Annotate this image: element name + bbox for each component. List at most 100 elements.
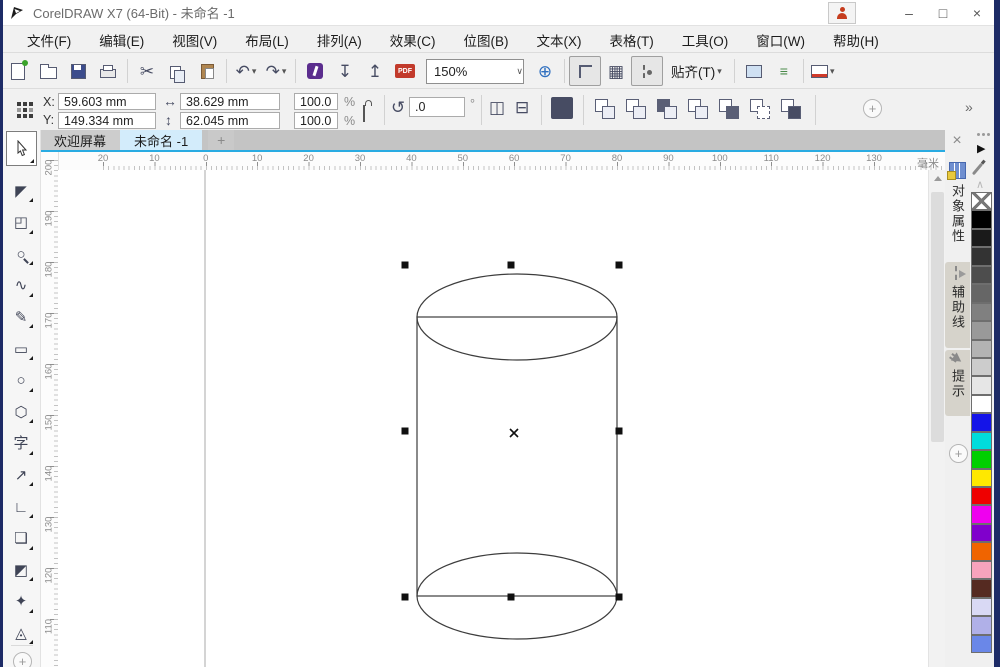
rectangle-tool[interactable]: ▭ [7, 336, 35, 362]
tab-untitled-1[interactable]: 未命名 -1 [120, 130, 203, 150]
color-eyedropper-tool[interactable]: ✦ [7, 589, 35, 615]
menu-item-7[interactable]: 位图(B) [450, 26, 523, 54]
cut-button[interactable]: ✂ [132, 57, 162, 85]
docker-tab-hints[interactable]: 提示 [945, 350, 970, 416]
open-button[interactable] [33, 57, 63, 85]
palette-scroll-up-icon[interactable]: ∧ [976, 178, 984, 191]
sign-in-button[interactable] [828, 1, 856, 24]
color-swatch-cyan[interactable] [971, 431, 992, 451]
selection-handle[interactable] [615, 427, 623, 435]
selection-handle[interactable] [401, 427, 409, 435]
undo-button[interactable]: ↶ ▾ [231, 57, 261, 85]
color-swatch-brown[interactable] [971, 579, 992, 598]
tab-welcome-screen[interactable]: 欢迎屏幕 [40, 130, 121, 150]
quick-customize-button[interactable]: + [863, 99, 882, 118]
object-x-input[interactable]: 59.603 mm [58, 93, 156, 110]
content-exchange-button[interactable] [300, 57, 330, 85]
mirror-horizontal-icon[interactable]: ◫ [489, 99, 505, 116]
color-swatch-black[interactable] [971, 210, 992, 229]
selection-handle[interactable] [507, 593, 515, 601]
docker-quick-customize-button[interactable]: + [949, 444, 968, 463]
zoom-tool[interactable]: ○ [7, 241, 35, 267]
publish-pdf-button[interactable]: PDF [390, 57, 420, 85]
print-button[interactable] [93, 57, 123, 85]
scroll-up-icon[interactable] [929, 170, 946, 186]
pick-tool[interactable] [6, 131, 37, 166]
color-swatch-yellow[interactable] [971, 468, 992, 487]
docker-close-icon[interactable]: × [948, 132, 966, 150]
back-minus-front-button[interactable] [748, 97, 772, 121]
color-swatch-60-black[interactable] [971, 284, 992, 303]
import-button[interactable]: ↧ [330, 57, 360, 85]
scrollbar-thumb[interactable] [931, 192, 944, 442]
lock-ratio-icon[interactable] [363, 105, 365, 122]
selection-handle[interactable] [401, 261, 409, 269]
cylinder-drawing[interactable] [58, 170, 928, 667]
color-swatch-blue[interactable] [971, 413, 992, 432]
copy-button[interactable] [162, 57, 192, 85]
palette-flyout-icon[interactable]: ▶ [977, 142, 985, 155]
weld-button[interactable] [593, 97, 617, 121]
drawing-canvas[interactable] [58, 170, 928, 667]
trim-button[interactable] [624, 97, 648, 121]
color-swatch-10-black[interactable] [971, 376, 992, 395]
object-width-input[interactable]: 38.629 mm [180, 93, 280, 110]
mirror-vertical-icon[interactable]: ⊟ [515, 99, 529, 116]
color-swatch-magenta[interactable] [971, 505, 992, 524]
menu-item-6[interactable]: 效果(C) [376, 26, 450, 54]
dimension-tool[interactable]: ↗ [7, 462, 35, 488]
save-button[interactable] [63, 57, 93, 85]
export-button[interactable]: ↥ [360, 57, 390, 85]
connector-tool[interactable]: ∟ [7, 494, 35, 520]
selection-handle[interactable] [615, 593, 623, 601]
text-tool[interactable]: 字 [7, 431, 35, 457]
vertical-ruler[interactable]: 200 190 180 170 160 150 140 130 120 110 [40, 152, 59, 667]
color-swatch-40-black[interactable] [971, 321, 992, 340]
color-swatch-20-black[interactable] [971, 357, 992, 377]
color-swatch-50-black[interactable] [971, 302, 992, 322]
color-swatch-80-black[interactable] [971, 247, 992, 266]
selection-handle[interactable] [401, 593, 409, 601]
create-boundary-button[interactable] [779, 97, 803, 121]
undo-dropdown[interactable]: ▾ [252, 66, 257, 77]
rotation-input[interactable]: .0 [409, 97, 465, 117]
color-swatch-red[interactable] [971, 487, 992, 506]
overflow-chevron-icon[interactable]: » [965, 99, 973, 115]
minimize-button[interactable]: – [892, 2, 926, 24]
smart-fill-tool[interactable]: ◬ [7, 620, 35, 646]
new-tab-button[interactable]: + [208, 130, 235, 150]
color-swatch-light-violet[interactable] [971, 616, 992, 635]
vertical-scrollbar[interactable] [928, 170, 946, 667]
menu-item-10[interactable]: 工具(O) [668, 26, 743, 54]
artistic-media-tool[interactable]: ✎ [7, 304, 35, 330]
color-swatch-cornflower-blue[interactable] [971, 634, 992, 653]
horizontal-ruler[interactable]: 毫米 20 10 0 10 20 30 40 50 60 70 80 90 100 110 120 130 [58, 152, 945, 171]
show-guidelines-button[interactable] [631, 56, 663, 86]
scale-y-input[interactable]: 100.0 [294, 112, 338, 129]
object-height-input[interactable]: 62.045 mm [180, 112, 280, 129]
color-swatch-70-black[interactable] [971, 265, 992, 285]
selection-handle[interactable] [507, 261, 515, 269]
redo-dropdown[interactable]: ▾ [282, 66, 287, 77]
toolbox-quick-customize-button[interactable]: + [13, 652, 32, 667]
scale-x-input[interactable]: 100.0 [294, 93, 338, 110]
show-grid-button[interactable]: ▦ [601, 57, 631, 85]
shape-tool[interactable]: ◤ [7, 178, 35, 204]
snap-to-menu[interactable]: 贴齐(T) ▾ [663, 61, 730, 81]
color-swatch-lavender[interactable] [971, 597, 992, 617]
show-rulers-button[interactable] [569, 56, 601, 86]
menu-item-9[interactable]: 表格(T) [596, 26, 668, 54]
color-swatch-white[interactable] [971, 394, 992, 414]
close-button[interactable]: × [960, 2, 994, 24]
menu-item-3[interactable]: 视图(V) [158, 26, 231, 54]
palette-eyedropper-icon[interactable] [971, 162, 984, 176]
window-options-button[interactable] [739, 57, 769, 85]
menu-item-2[interactable]: 编辑(E) [85, 26, 158, 54]
menu-item-12[interactable]: 帮助(H) [819, 26, 893, 54]
workspace-button[interactable]: ▾ [808, 57, 838, 85]
menu-item-1[interactable]: 文件(F) [13, 26, 85, 54]
color-swatch-pink[interactable] [971, 560, 992, 580]
customize-button[interactable]: ≡ [769, 57, 799, 85]
polygon-tool[interactable]: ⬡ [7, 399, 35, 425]
freehand-tool[interactable]: ∿ [7, 273, 35, 299]
